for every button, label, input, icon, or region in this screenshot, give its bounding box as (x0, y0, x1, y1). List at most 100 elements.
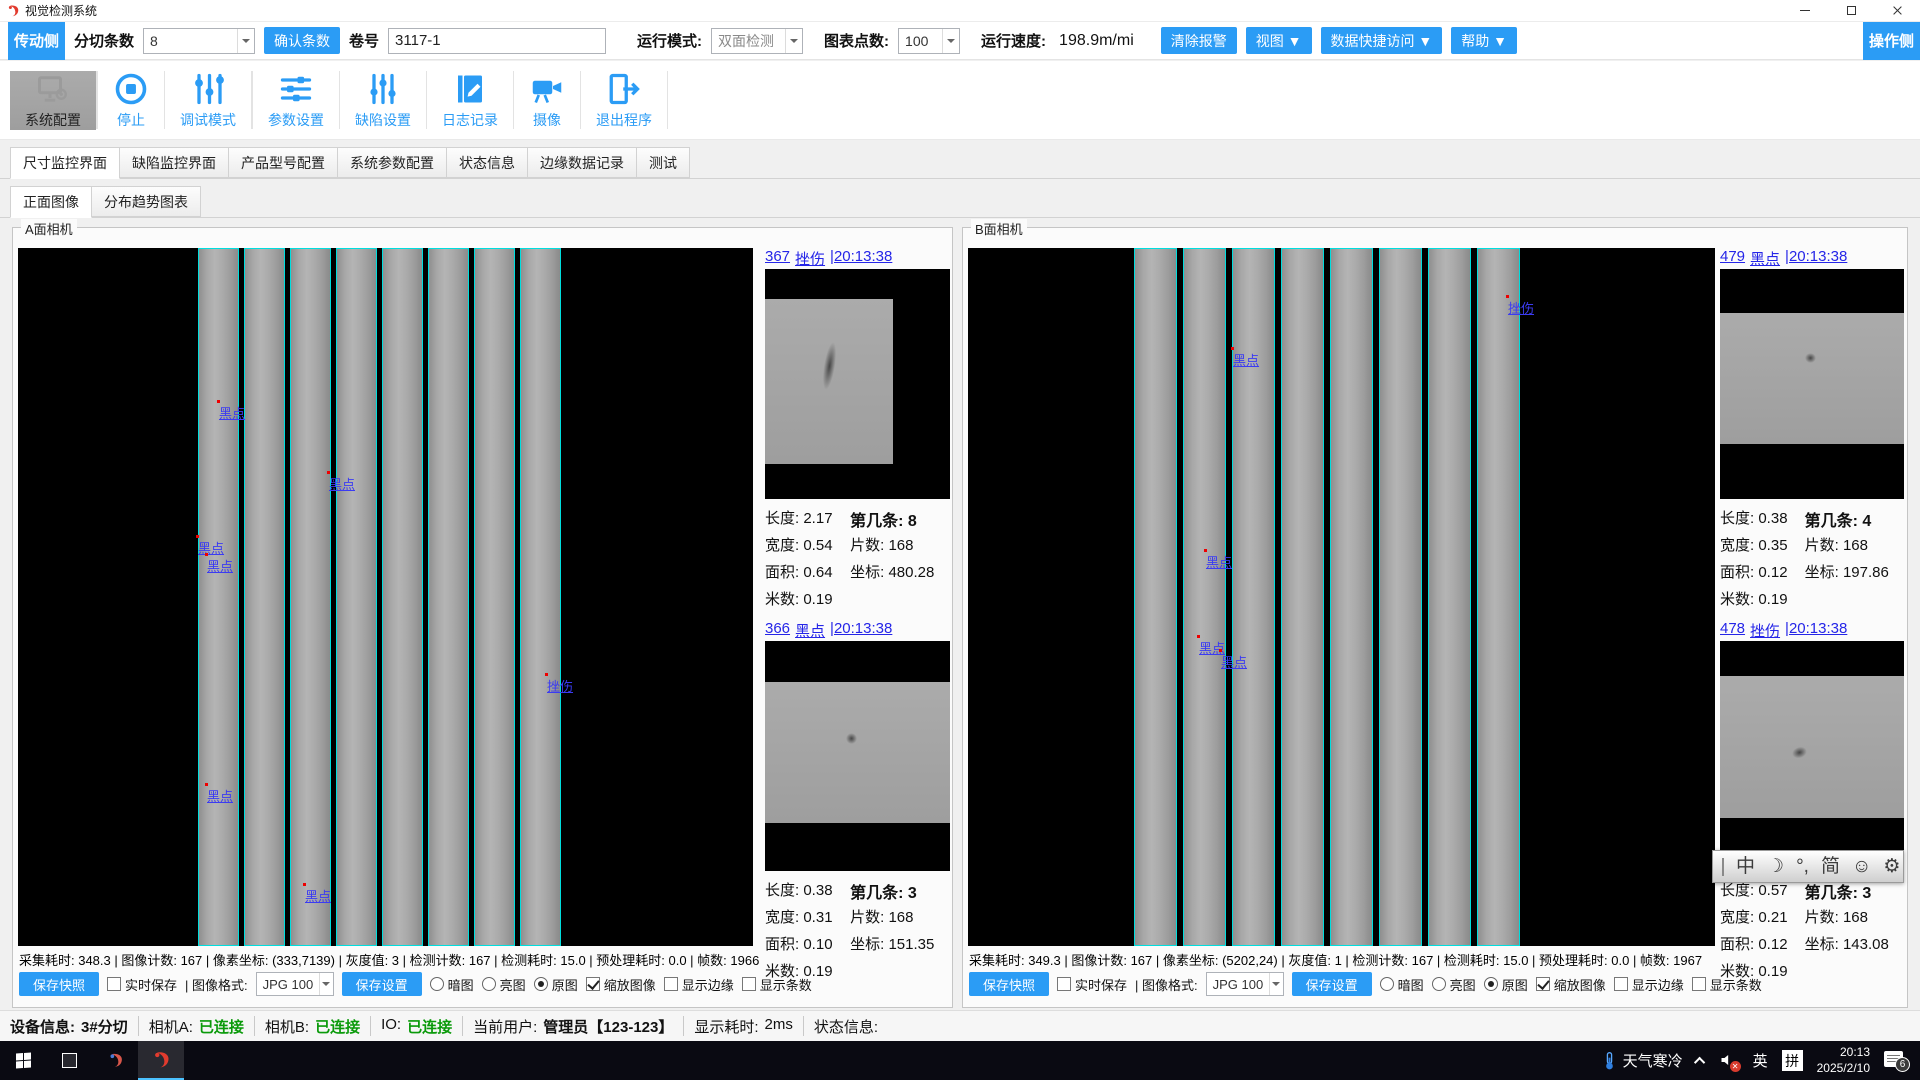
stop-icon (113, 71, 149, 107)
dark-image-radio[interactable]: 暗图 (430, 975, 474, 994)
defect-entry[interactable]: 478 挫伤 |20:13:38 长度: 0.57 第几条: 3 宽度: 0.2… (1720, 620, 1904, 986)
defect-thumbnail (765, 641, 950, 871)
ime-language-bar[interactable]: 中 ☽ °, 简 ☺ ⚙ (1712, 850, 1904, 883)
chart-points-select[interactable]: 100 (898, 28, 960, 54)
radio-icon (430, 977, 444, 991)
checkbox-icon (1692, 977, 1706, 991)
operator-side-button[interactable]: 操作侧 (1863, 22, 1920, 60)
minimize-button[interactable] (1782, 0, 1828, 22)
view-menu-button[interactable]: 视图 ▼ (1246, 27, 1312, 54)
app-icon (107, 1052, 124, 1069)
show-strip-count-checkbox[interactable]: 显示条数 (742, 975, 812, 994)
notification-center-button[interactable]: 6 (1884, 1050, 1910, 1072)
tray-overflow-icon[interactable] (1694, 1056, 1705, 1067)
zoom-image-checkbox[interactable]: 缩放图像 (586, 975, 656, 994)
zoom-image-checkbox[interactable]: 缩放图像 (1536, 975, 1606, 994)
radio-selected-icon (534, 977, 548, 991)
moon-icon[interactable]: ☽ (1767, 857, 1784, 876)
camera-a-title: A面相机 (21, 219, 77, 238)
notification-count-badge: 6 (1895, 1057, 1910, 1072)
bright-image-radio[interactable]: 亮图 (482, 975, 526, 994)
defect-entry[interactable]: 367 挫伤 |20:13:38 长度: 2.17 第几条: 8 宽度: 0.5… (765, 248, 950, 614)
defect-settings-button[interactable]: 缺陷设置 (340, 71, 426, 130)
show-edges-checkbox[interactable]: 显示边缘 (664, 975, 734, 994)
defect-header[interactable]: 367 挫伤 |20:13:38 (765, 248, 950, 269)
original-image-radio[interactable]: 原图 (1484, 975, 1528, 994)
emoji-icon[interactable]: ☺ (1852, 857, 1871, 876)
weather-widget[interactable]: 天气寒冷 (1602, 1050, 1683, 1071)
debug-mode-button[interactable]: 调试模式 (165, 71, 251, 130)
camera-capture-button[interactable]: 摄像 (514, 71, 580, 130)
chevron-down-icon (319, 973, 332, 995)
confirm-count-button[interactable]: 确认条数 (264, 27, 340, 54)
bright-image-radio[interactable]: 亮图 (1432, 975, 1476, 994)
realtime-save-checkbox[interactable]: 实时保存 (107, 975, 177, 994)
punctuation-icon[interactable]: °, (1796, 857, 1809, 876)
defect-thumbnail (765, 269, 950, 499)
defect-entry[interactable]: 366 黑点 |20:13:38 长度: 0.38 第几条: 3 宽度: 0.3… (765, 620, 950, 986)
task-view-button[interactable] (46, 1041, 92, 1080)
language-indicator[interactable]: 英 (1753, 1050, 1768, 1071)
defect-header[interactable]: 479 黑点 |20:13:38 (1720, 248, 1904, 269)
image-format-label: | 图像格式: (1135, 975, 1198, 994)
camera-b-controls: 保存快照 实时保存 | 图像格式: JPG 100 保存设置 暗图 亮图 原图 … (969, 969, 1762, 999)
strip (1183, 248, 1226, 946)
tab-status-info[interactable]: 状态信息 (447, 147, 528, 178)
drive-side-button[interactable]: 传动侧 (8, 22, 65, 60)
camera-a-conn-label: 相机A: (149, 1016, 193, 1037)
start-button[interactable] (0, 1041, 46, 1080)
camera-a-panel: A面相机 黑点 黑点 黑点 黑点 挫伤 黑点 黑点 367 挫伤 |20:13:… (12, 227, 953, 1008)
camera-b-image: 挫伤 黑点 黑点 黑点 黑点 (968, 248, 1715, 946)
log-record-button[interactable]: 日志记录 (427, 71, 513, 130)
drag-handle-icon[interactable] (1722, 858, 1724, 876)
tab-test[interactable]: 测试 (637, 147, 690, 178)
simplified-charset-icon[interactable]: 简 (1821, 857, 1840, 876)
save-snapshot-button[interactable]: 保存快照 (969, 972, 1049, 996)
defect-label: 挫伤 (547, 676, 573, 695)
maximize-button[interactable] (1828, 0, 1874, 22)
data-access-menu-button[interactable]: 数据快捷访问 ▼ (1321, 27, 1443, 54)
defect-header[interactable]: 478 挫伤 |20:13:38 (1720, 620, 1904, 641)
save-snapshot-button[interactable]: 保存快照 (19, 972, 99, 996)
system-config-button[interactable]: 系统配置 (10, 71, 96, 130)
slit-count-select[interactable]: 8 (143, 28, 255, 54)
tab-distribution-trend-chart[interactable]: 分布趋势图表 (92, 186, 201, 217)
tab-front-image[interactable]: 正面图像 (10, 186, 92, 218)
tab-defect-monitor[interactable]: 缺陷监控界面 (120, 147, 229, 178)
image-format-select[interactable]: JPG 100 (1206, 972, 1284, 996)
ime-indicator[interactable]: 拼 (1782, 1050, 1803, 1071)
close-button[interactable] (1874, 0, 1920, 22)
exit-program-button[interactable]: 退出程序 (581, 71, 667, 130)
image-format-select[interactable]: JPG 100 (256, 972, 334, 996)
defect-header[interactable]: 366 黑点 |20:13:38 (765, 620, 950, 641)
original-image-radio[interactable]: 原图 (534, 975, 578, 994)
tab-size-monitor[interactable]: 尺寸监控界面 (10, 147, 120, 179)
roll-number-input[interactable] (388, 28, 606, 54)
gear-icon[interactable]: ⚙ (1883, 857, 1900, 876)
tab-product-model-config[interactable]: 产品型号配置 (229, 147, 338, 178)
active-app-button[interactable] (138, 1041, 184, 1080)
show-strip-count-checkbox[interactable]: 显示条数 (1692, 975, 1762, 994)
parameter-settings-button[interactable]: 参数设置 (253, 71, 339, 130)
dark-image-radio[interactable]: 暗图 (1380, 975, 1424, 994)
volume-muted-button[interactable]: ✕ (1719, 1052, 1739, 1070)
camera-b-status-line: 采集耗时: 349.3 | 图像计数: 167 | 像素坐标: (5202,24… (969, 950, 1702, 969)
realtime-save-checkbox[interactable]: 实时保存 (1057, 975, 1127, 994)
clock-widget[interactable]: 20:13 2025/2/10 (1817, 1045, 1870, 1076)
strip (1428, 248, 1471, 946)
run-mode-select[interactable]: 双面检测 (711, 28, 803, 54)
divider (370, 1016, 371, 1036)
show-edges-checkbox[interactable]: 显示边缘 (1614, 975, 1684, 994)
defect-label: 黑点 (1206, 552, 1232, 571)
save-settings-button[interactable]: 保存设置 (342, 972, 422, 996)
defect-info: 长度: 0.57 第几条: 3 宽度: 0.21 片数: 168 面积: 0.1… (1720, 871, 1904, 982)
ime-mode-chinese[interactable]: 中 (1736, 857, 1755, 876)
help-menu-button[interactable]: 帮助 ▼ (1451, 27, 1517, 54)
defect-entry[interactable]: 479 黑点 |20:13:38 长度: 0.38 第几条: 4 宽度: 0.3… (1720, 248, 1904, 614)
pinned-app-button[interactable] (92, 1041, 138, 1080)
clear-alarm-button[interactable]: 清除报警 (1161, 27, 1237, 54)
tab-edge-data-record[interactable]: 边缘数据记录 (528, 147, 637, 178)
save-settings-button[interactable]: 保存设置 (1292, 972, 1372, 996)
stop-button[interactable]: 停止 (98, 71, 164, 130)
tab-system-param-config[interactable]: 系统参数配置 (338, 147, 447, 178)
